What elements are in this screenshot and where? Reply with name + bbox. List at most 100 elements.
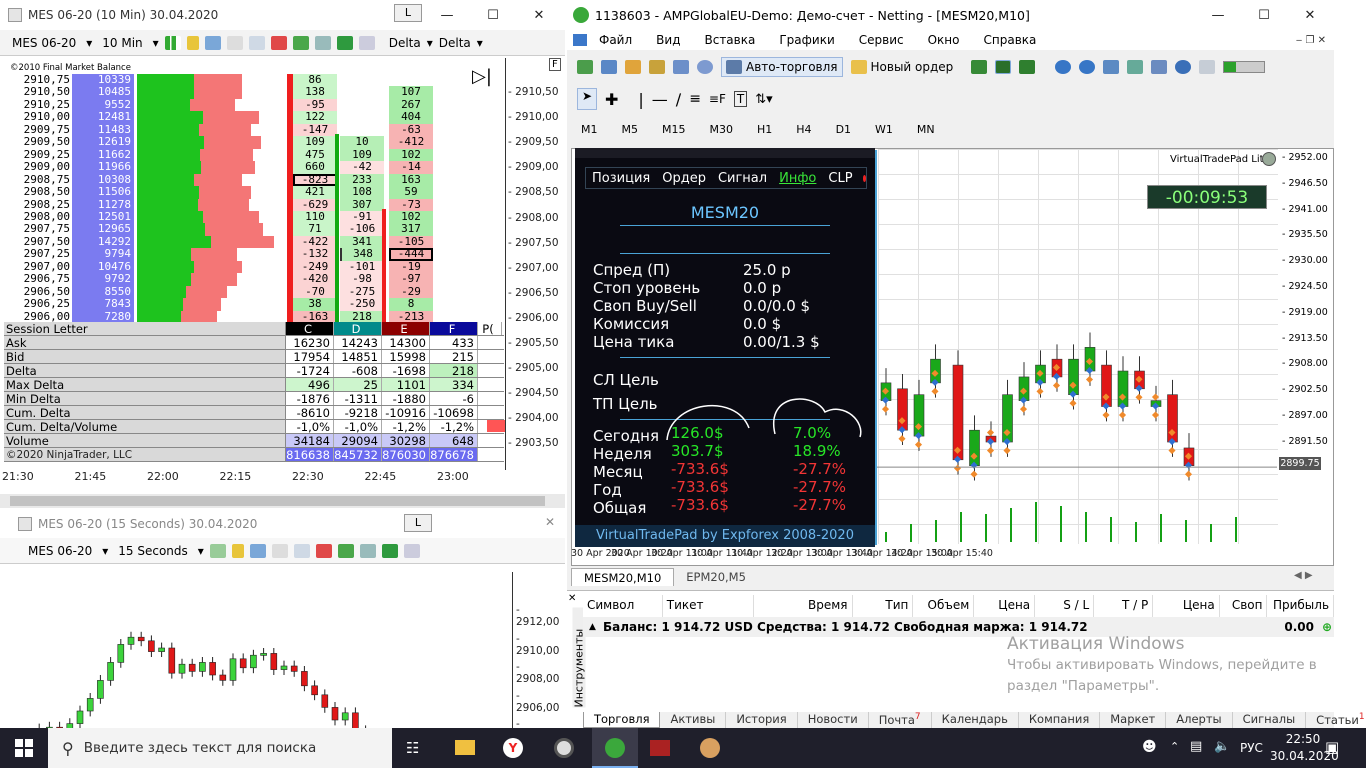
terminal-tab-6[interactable]: Компания — [1019, 712, 1101, 728]
interval-selector[interactable]: 15 Seconds — [114, 544, 192, 558]
vtp-tab-3[interactable]: Инфо — [777, 171, 818, 186]
minimize-button[interactable]: — — [1195, 0, 1241, 30]
search-icon[interactable] — [1175, 60, 1192, 74]
cursor-tool-icon[interactable]: ➤ — [577, 88, 597, 110]
timeframe-M15[interactable]: M15 — [654, 123, 694, 136]
terminal-column-3[interactable]: Тип — [853, 595, 914, 617]
terminal-column-8[interactable]: Цена — [1153, 595, 1220, 617]
menu-item-6[interactable]: Справка — [972, 33, 1049, 47]
zoom-icon[interactable] — [248, 35, 265, 50]
menu-item-2[interactable]: Вставка — [692, 33, 767, 47]
vtp-tab-4[interactable]: CLP — [826, 171, 854, 186]
arrows-icon[interactable]: ⇅▾ — [755, 92, 772, 107]
menu-item-0[interactable]: Файл — [587, 33, 644, 47]
instrument-selector[interactable]: MES 06-20 — [8, 36, 80, 50]
close-button[interactable]: ✕ — [1287, 0, 1333, 30]
close-button[interactable]: ✕ — [516, 0, 562, 30]
terminal-tab-10[interactable]: Статьи1 — [1306, 712, 1366, 728]
properties-icon[interactable] — [359, 543, 376, 558]
line-chart-icon[interactable] — [1019, 60, 1036, 74]
volume-icon[interactable]: 🔈 — [1214, 739, 1230, 754]
paint-icon[interactable] — [700, 738, 720, 758]
timeframe-M30[interactable]: M30 — [702, 123, 742, 136]
timeframe-MN[interactable]: MN — [909, 123, 943, 136]
horizontal-line-icon[interactable]: — — [652, 90, 668, 109]
maximize-button[interactable]: ☐ — [1241, 0, 1287, 30]
balance-row[interactable]: ▲ Баланс: 1 914.72 USD Средства: 1 914.7… — [583, 617, 1334, 637]
timeframe-M5[interactable]: M5 — [614, 123, 647, 136]
vtp-tab-2[interactable]: Сигнал — [716, 171, 769, 186]
close-button[interactable]: ✕ — [545, 515, 555, 529]
timeframe-H4[interactable]: H4 — [788, 123, 819, 136]
terminal-column-4[interactable]: Объем — [913, 595, 975, 617]
vtp-lite-icon[interactable] — [1262, 152, 1276, 166]
tray-expand-icon[interactable]: ⌃ — [1170, 740, 1179, 753]
autoscroll-icon[interactable] — [1127, 60, 1144, 74]
link-button[interactable]: L — [404, 514, 432, 532]
shift-icon[interactable] — [1151, 60, 1168, 74]
terminal-tab-2[interactable]: История — [726, 712, 798, 728]
maximize-button[interactable]: ☐ — [470, 0, 516, 30]
candle-chart-icon[interactable] — [995, 60, 1012, 74]
vtp-tab-0[interactable]: Позиция — [590, 171, 652, 186]
strategy-icon[interactable] — [337, 543, 354, 558]
dollar-icon[interactable] — [381, 543, 398, 558]
notifications-icon[interactable]: ▣ — [1325, 738, 1339, 756]
zoom-in-icon[interactable] — [1055, 60, 1072, 74]
add-icon[interactable]: ⊕ — [1322, 617, 1332, 637]
terminal-column-0[interactable]: Символ — [583, 595, 663, 617]
bar-type-icon[interactable] — [164, 35, 181, 50]
language-indicator[interactable]: РУС — [1240, 741, 1263, 755]
vtp-tab-1[interactable]: Ордер — [660, 171, 708, 186]
trendline-icon[interactable]: ∕ — [676, 90, 681, 109]
fibonacci-icon[interactable]: ≡F — [709, 92, 726, 106]
clock-time[interactable]: 22:50 — [1278, 732, 1328, 746]
pencil-icon[interactable] — [186, 35, 199, 50]
timeframe-M1[interactable]: M1 — [573, 123, 606, 136]
terminal-column-2[interactable]: Время — [754, 595, 853, 617]
network-icon[interactable]: ▤ — [1190, 739, 1202, 754]
terminal-icon[interactable] — [673, 60, 689, 74]
terminal-tab-7[interactable]: Маркет — [1100, 712, 1167, 728]
tab-scroll-left[interactable]: ◀ ▶ — [1294, 570, 1313, 581]
terminal-tab-1[interactable]: Активы — [660, 712, 727, 728]
pin-icon[interactable] — [204, 35, 221, 50]
taskbar-search[interactable]: ⚲ Введите здесь текст для поиска — [48, 728, 392, 768]
vertical-line-icon[interactable]: | — [638, 90, 643, 109]
terminal-column-5[interactable]: Цена — [974, 595, 1036, 617]
people-icon[interactable]: ☻ — [1142, 739, 1157, 755]
pencil-icon[interactable] — [231, 543, 244, 558]
play-icon[interactable]: ▷| — [472, 66, 492, 87]
navigator-icon[interactable] — [649, 60, 665, 74]
instrument-selector[interactable]: MES 06-20 — [24, 544, 96, 558]
terminal-column-9[interactable]: Своп — [1220, 595, 1268, 617]
terminal-tab-8[interactable]: Алерты — [1166, 712, 1233, 728]
zoom-icon[interactable] — [293, 543, 310, 558]
chat-icon[interactable] — [1199, 60, 1216, 74]
mdi-controls[interactable]: ‒ ❐ ✕ — [1284, 35, 1334, 46]
yandex-browser-icon[interactable]: Y — [503, 738, 523, 758]
market-watch-icon[interactable] — [625, 60, 641, 74]
bar-type-icon[interactable] — [209, 543, 226, 558]
terminal-column-6[interactable]: S / L — [1035, 595, 1095, 617]
indicators-icon[interactable] — [315, 543, 332, 558]
menu-item-1[interactable]: Вид — [644, 33, 692, 47]
terminal-tab-3[interactable]: Новости — [798, 712, 869, 728]
link-button[interactable]: L — [394, 4, 422, 22]
interval-selector[interactable]: 10 Min — [98, 36, 146, 50]
text-tool-icon[interactable]: T — [733, 91, 748, 107]
chart-tab-0[interactable]: MESM20,M10 — [571, 568, 675, 586]
terminal-tab-5[interactable]: Календарь — [932, 712, 1019, 728]
menu-item-5[interactable]: Окно — [916, 33, 972, 47]
bar-chart-icon[interactable] — [971, 60, 988, 74]
delta-selector-2[interactable]: Delta — [439, 36, 471, 50]
pin-icon[interactable] — [249, 543, 266, 558]
delta-selector-1[interactable]: Delta — [389, 36, 421, 50]
strategy-icon[interactable] — [292, 35, 309, 50]
tester-icon[interactable] — [697, 60, 713, 74]
indicators-icon[interactable] — [270, 35, 287, 50]
cursor-icon[interactable] — [271, 543, 288, 558]
metatrader-taskbar-icon[interactable] — [592, 728, 638, 768]
terminal-tab-9[interactable]: Сигналы — [1233, 712, 1307, 728]
new-chart-icon[interactable] — [577, 60, 593, 74]
